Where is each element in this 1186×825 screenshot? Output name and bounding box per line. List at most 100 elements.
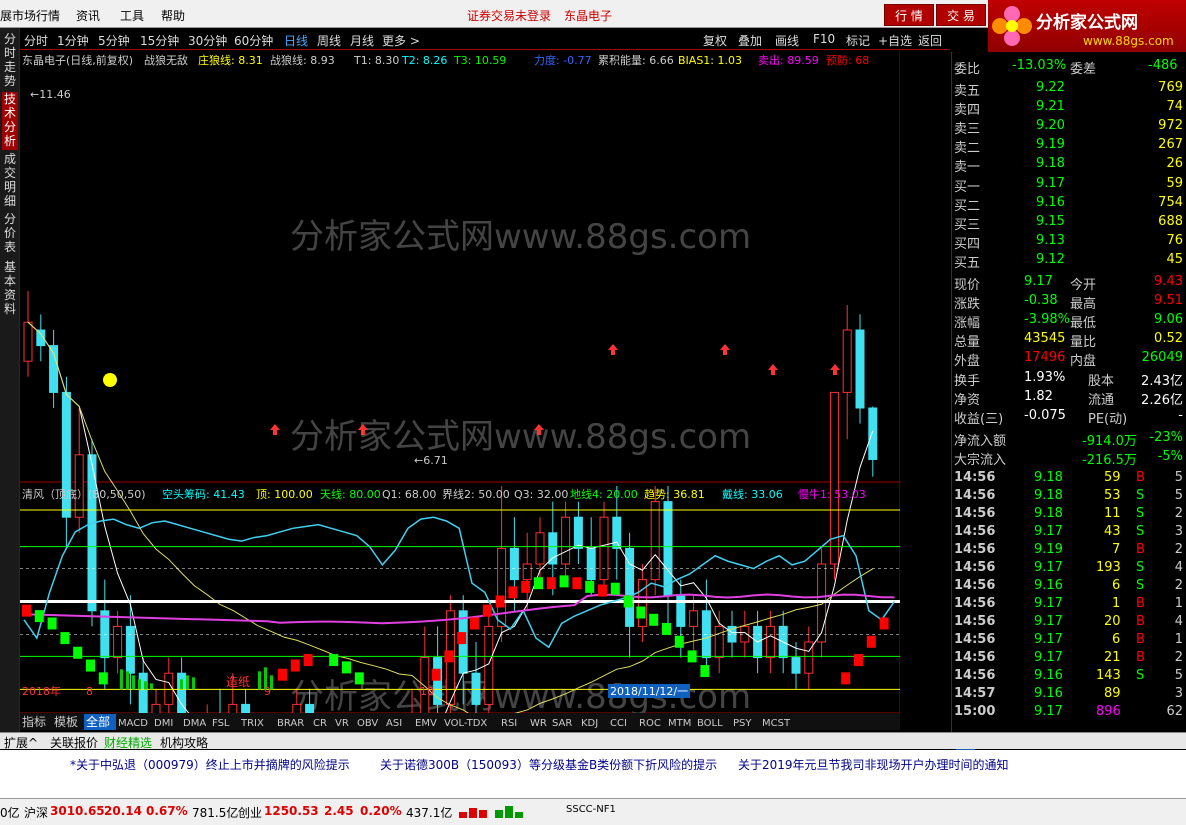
stat-value: 26049 <box>1141 350 1183 365</box>
news-item[interactable]: 关于诺德300B（150093）等分级基金B类份额下折风险的提示 <box>380 756 717 773</box>
period-3[interactable]: 15分钟 <box>140 32 179 49</box>
bottom-tab[interactable]: 关联报价 <box>50 734 98 751</box>
bottom-tab[interactable]: 机构攻略 <box>160 734 208 751</box>
tick-side: S <box>1136 524 1145 539</box>
indicator-tab[interactable]: ROC <box>639 718 661 729</box>
period-12[interactable]: 画线 <box>775 32 799 49</box>
period-0[interactable]: 分时 <box>24 32 48 49</box>
indicator-tab[interactable]: MTM <box>668 718 691 729</box>
menu-help[interactable]: 帮助 <box>161 7 185 24</box>
period-14[interactable]: 标记 <box>846 32 870 49</box>
period-13[interactable]: F10 <box>813 32 835 46</box>
period-4[interactable]: 30分钟 <box>188 32 227 49</box>
stat-label: 量比 <box>1070 335 1097 350</box>
period-2[interactable]: 5分钟 <box>98 32 130 49</box>
period-9[interactable]: 更多 > <box>382 32 420 49</box>
indicator-tab[interactable]: SAR <box>552 718 572 729</box>
login-status[interactable]: 证券交易未登录 <box>467 7 551 24</box>
ind-step-mark <box>444 650 454 663</box>
ind-month-label: 8 <box>86 685 93 698</box>
indicator-tab[interactable]: ASI <box>386 718 402 729</box>
period-5[interactable]: 60分钟 <box>234 32 273 49</box>
tick-time: 14:56 <box>954 668 996 683</box>
period-7[interactable]: 周线 <box>317 32 341 49</box>
stat-label: 最高 <box>1070 297 1097 312</box>
indicator-tab[interactable]: MCST <box>762 718 791 729</box>
indicator-tab[interactable]: 模板 <box>54 715 78 729</box>
ind-step-mark <box>278 668 287 681</box>
indicator-tab[interactable]: 全部 <box>86 714 110 729</box>
tab-basic-info[interactable]: 基本资料 <box>2 260 18 318</box>
tick-count: 62 <box>1166 704 1183 719</box>
tick-count: 1 <box>1174 596 1183 611</box>
quote-button[interactable]: 行 情 <box>884 4 934 26</box>
candle-body <box>842 329 852 393</box>
bid-row: 买一 9.17 59 <box>952 176 1186 195</box>
bottom-tab[interactable]: 扩展^ <box>4 734 38 751</box>
tick-price: 9.17 <box>1034 650 1063 665</box>
indicator-tab[interactable]: CR <box>313 718 327 729</box>
tick-row: 14:57 9.16 89 3 <box>952 686 1186 704</box>
stat-label: 最低 <box>1070 316 1097 331</box>
tick-volume: 193 <box>1096 560 1121 575</box>
period-8[interactable]: 月线 <box>350 32 374 49</box>
candle-body <box>535 532 545 565</box>
tick-price: 9.17 <box>1034 524 1063 539</box>
ask-label: 卖三 <box>954 122 981 137</box>
indicator-tab[interactable]: PSY <box>733 718 752 729</box>
indicator-tab[interactable]: VR <box>335 718 349 729</box>
tab-tech-analysis[interactable]: 技术分析 <box>2 92 18 150</box>
indicator-tab[interactable]: FSL <box>212 718 230 729</box>
menu-news[interactable]: 资讯 <box>76 7 100 24</box>
hdr-sell: 卖出: 89.59 <box>758 53 819 67</box>
ind-volume-bar <box>120 669 123 690</box>
menu-tools[interactable]: 工具 <box>120 7 144 24</box>
news-item[interactable]: *关于中弘退（000979）终止上市并摘牌的风险提示 <box>70 756 350 773</box>
indicator-tab[interactable]: KDJ <box>581 718 598 729</box>
sh-index-value: 3010.65 <box>50 804 105 818</box>
period-10[interactable]: 复权 <box>703 32 727 49</box>
candle-body <box>868 407 878 460</box>
stat-label: 涨跌 <box>954 297 981 312</box>
bid-price: 9.12 <box>1036 252 1065 267</box>
period-6[interactable]: 日线 <box>284 32 308 49</box>
stat-label: 总量 <box>954 335 981 350</box>
indicator-tab[interactable]: DMI <box>154 718 173 729</box>
ind-i: 戴线: 33.06 <box>722 487 783 501</box>
indicator-tab[interactable]: DMA <box>183 718 206 729</box>
indicator-tab[interactable]: WR <box>530 718 547 729</box>
period-11[interactable]: 叠加 <box>738 32 762 49</box>
tab-timeshare[interactable]: 分时走势 <box>2 32 18 90</box>
period-16[interactable]: 返回 <box>918 32 942 49</box>
bid-label: 买二 <box>954 199 981 214</box>
smiley-icon <box>103 373 117 387</box>
indicator-tab[interactable]: OBV <box>357 718 378 729</box>
indicator-tab[interactable]: TRIX <box>240 718 264 729</box>
tab-price-table[interactable]: 分价表 <box>2 212 18 256</box>
tick-row: 14:56 9.18 59 B 5 <box>952 470 1186 488</box>
indicator-tab[interactable]: BRAR <box>277 718 304 729</box>
indicator-tab[interactable]: 指标 <box>22 714 46 729</box>
trade-button[interactable]: 交 易 <box>936 4 986 26</box>
ind-step-mark <box>22 604 31 617</box>
stat-label: 涨幅 <box>954 316 981 331</box>
indicator-tab[interactable]: VOL-TDX <box>444 718 487 729</box>
stat-value: 9.06 <box>1154 312 1183 327</box>
ind-step-mark <box>854 654 863 667</box>
indicator-tab[interactable]: RSI <box>501 718 517 729</box>
period-15[interactable]: +自选 <box>878 32 912 49</box>
ind-step-mark <box>700 665 710 678</box>
tab-trade-detail[interactable]: 成交明细 <box>2 152 18 210</box>
indicator-tab[interactable]: CCI <box>610 718 627 729</box>
news-item[interactable]: 关于2019年元旦节我司非现场开户办理时间的通知 <box>738 756 1009 773</box>
kline-chart[interactable]: 分析家公式网www.88gs.com分析家公式网www.88gs.com分析家公… <box>20 50 900 730</box>
indicator-tab[interactable]: BOLL <box>697 718 723 729</box>
period-1[interactable]: 1分钟 <box>57 32 89 49</box>
tick-count: 5 <box>1174 488 1183 503</box>
bottom-tab[interactable]: 财经精选 <box>104 734 152 751</box>
ind-step-mark <box>610 582 620 595</box>
menu-market[interactable]: 展市场行情 <box>0 7 60 24</box>
indicator-tab[interactable]: EMV <box>415 718 437 729</box>
indicator-tab[interactable]: MACD <box>118 718 148 729</box>
tick-time: 14:56 <box>954 614 996 629</box>
